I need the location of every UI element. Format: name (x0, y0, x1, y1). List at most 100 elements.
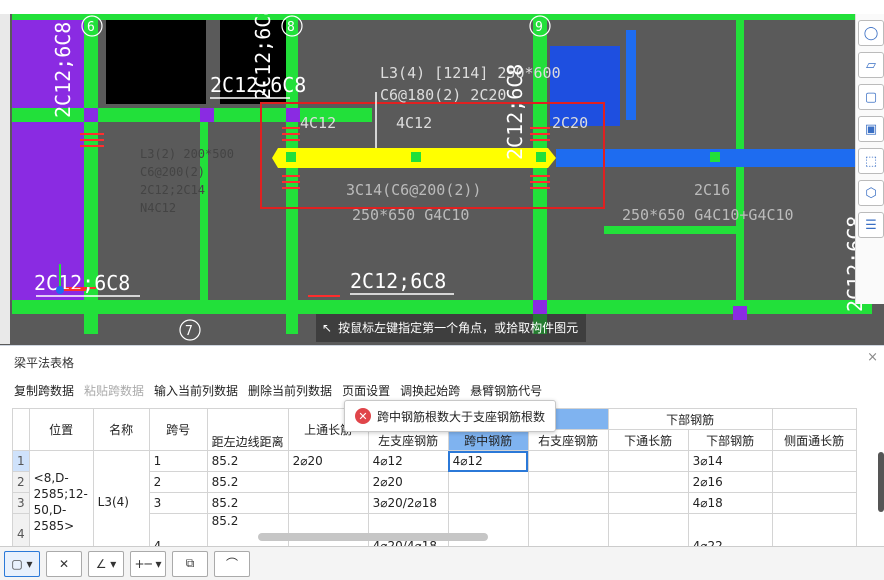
cell-span[interactable]: 3 (148, 492, 208, 514)
cell-bottom[interactable]: 3⌀14 (687, 450, 773, 472)
cell-side[interactable] (771, 471, 857, 493)
label-col-left: 2C12;6C8 (51, 22, 75, 118)
cell-span-mid[interactable]: 4⌀12 (447, 450, 529, 472)
header-side-blank (771, 408, 857, 430)
copy-span-button[interactable]: 复制跨数据 (14, 382, 74, 399)
cell-span[interactable]: 2 (148, 471, 208, 493)
label-right-c16: 2C16 (694, 181, 730, 199)
cell-right-support[interactable] (527, 471, 609, 493)
cell-span[interactable]: 1 (148, 450, 208, 472)
label-size1: 250*650 G4C10 (352, 206, 469, 224)
label-col-9: 2C12;6C8 (503, 64, 527, 160)
col-node-5 (733, 306, 747, 320)
cell-left-support[interactable]: 3⌀20/2⌀18 (367, 492, 449, 514)
horizontal-scrollbar[interactable] (258, 533, 488, 541)
cell-left-support[interactable]: 4⌀12 (367, 450, 449, 472)
label-bl: 2C12;6C8 (34, 271, 130, 295)
sphere-icon[interactable]: ◯ (858, 20, 884, 46)
cube-outline-icon[interactable]: ▣ (858, 116, 884, 142)
cell-right-support[interactable] (527, 492, 609, 514)
cell-bottom[interactable]: 4⌀18 (687, 492, 773, 514)
header-name[interactable]: 名称 (92, 408, 150, 451)
label-top1: 4C12 (300, 114, 336, 132)
row-number[interactable]: 1 (12, 450, 30, 472)
component-icon[interactable]: ⬡ (858, 180, 884, 206)
label-size2: 250*650 G4C10+G4C10 (622, 206, 794, 224)
cell-top-through[interactable] (287, 471, 369, 493)
axis-label-9: 9 (535, 20, 543, 35)
header-bottom-group[interactable]: 下部钢筋 (607, 408, 773, 430)
cell-top-through[interactable] (287, 492, 369, 514)
vertical-scrollbar[interactable] (878, 452, 884, 512)
error-tooltip: ✕ 跨中钢筋根数大于支座钢筋根数 (344, 400, 557, 432)
swap-start-span-button[interactable]: 调换起始跨 (400, 382, 460, 399)
header-position[interactable]: 位置 (28, 408, 94, 451)
header-right-support[interactable]: 右支座钢筋 (527, 429, 609, 451)
frame-icon[interactable]: ⬚ (858, 148, 884, 174)
cross-select-icon[interactable]: ✕ (46, 550, 82, 577)
beam-table-panel: 梁平法表格 × 复制跨数据 粘贴跨数据 输入当前列数据 删除当前列数据 页面设置… (0, 345, 884, 580)
cell-side[interactable] (771, 492, 857, 514)
row-number[interactable]: 3 (12, 492, 30, 514)
cell-top-through[interactable]: 2⌀20 (287, 450, 369, 472)
list-icon[interactable]: ☰ (858, 212, 884, 238)
hint-text: 按鼠标左键指定第一个角点，或拾取构件图元 (338, 321, 579, 335)
cell-bottom[interactable]: 2⌀16 (687, 471, 773, 493)
arc-icon[interactable]: ⌒ (214, 550, 250, 577)
header-left-support[interactable]: 左支座钢筋 (367, 429, 449, 451)
grip-4[interactable] (710, 152, 720, 162)
cad-viewport[interactable]: 6 8 9 7 2C12;6C8 2C12;6C8 2C12;6C8 L3(4)… (0, 0, 884, 345)
cell-span-mid[interactable] (447, 492, 529, 514)
axis-label-7: 7 (185, 324, 193, 339)
header-span-mid[interactable]: 跨中钢筋 (447, 429, 529, 451)
cantilever-code-button[interactable]: 悬臂钢筋代号 (470, 382, 542, 399)
page-setup-button[interactable]: 页面设置 (342, 382, 390, 399)
cell-dist[interactable]: 85.2 (206, 471, 289, 493)
cell-bottom-through[interactable] (607, 450, 689, 472)
label-top2: 4C12 (396, 114, 432, 132)
header-side-through[interactable]: 侧面通长筋 (771, 429, 857, 451)
cell-dist[interactable]: 85.2 (206, 492, 289, 514)
cell-left-support[interactable]: 2⌀20 (367, 471, 449, 493)
rect-select-icon[interactable]: ▢ ▾ (4, 550, 40, 577)
view-toolbar: ◯ ▱ ▢ ▣ ⬚ ⬡ ☰ (855, 14, 884, 304)
header-bottom-rebar[interactable]: 下部钢筋 (687, 429, 773, 451)
col-node-1 (84, 108, 98, 122)
col-node-2 (200, 108, 214, 122)
close-icon[interactable]: × (867, 350, 878, 365)
label-small2: C6@200(2) (140, 165, 205, 179)
black-opening (106, 14, 206, 104)
grip-2[interactable] (411, 152, 421, 162)
cell-position[interactable]: <8,D-2585;12-50,D-2585> (28, 450, 94, 554)
label-beam-spec: L3(4) [1214] 250*600 (380, 64, 561, 82)
cell-bottom-through[interactable] (607, 471, 689, 493)
copy-icon[interactable]: ⧉ (172, 550, 208, 577)
paste-span-button[interactable]: 粘贴跨数据 (84, 382, 144, 399)
delete-column-button[interactable]: 删除当前列数据 (248, 382, 332, 399)
label-small1: L3(2) 200*500 (140, 147, 234, 161)
angle-icon[interactable]: ∠ ▾ (88, 550, 124, 577)
cell-name[interactable]: L3(4) (92, 450, 150, 554)
cell-right-support[interactable] (527, 450, 609, 472)
cell-dist[interactable]: 85.2 (206, 450, 289, 472)
cube-icon[interactable]: ▢ (858, 84, 884, 110)
beam-right-h (604, 226, 744, 234)
row-number[interactable]: 2 (12, 471, 30, 493)
beam-axis-9 (533, 14, 547, 334)
header-dist[interactable]: 距左边线距离 (206, 408, 289, 451)
cell-side[interactable] (771, 450, 857, 472)
box3d-icon[interactable]: ▱ (858, 52, 884, 78)
line-tool-icon[interactable]: +─ ▾ (130, 550, 166, 577)
col-node-4 (533, 300, 547, 314)
header-bottom-through[interactable]: 下通长筋 (607, 429, 689, 451)
cell-bottom-through[interactable] (607, 492, 689, 514)
grip-1[interactable] (286, 152, 296, 162)
input-column-button[interactable]: 输入当前列数据 (154, 382, 238, 399)
label-stirrup-spec: C6@180(2) 2C20 (380, 86, 506, 104)
cell-span-mid[interactable] (447, 471, 529, 493)
grip-3[interactable] (536, 152, 546, 162)
panel-title: 梁平法表格 (14, 356, 75, 370)
cursor-icon: ↖ (322, 321, 333, 335)
header-span[interactable]: 跨号 (148, 408, 208, 451)
cad-drawing[interactable]: 6 8 9 7 2C12;6C8 2C12;6C8 2C12;6C8 L3(4)… (0, 0, 884, 345)
